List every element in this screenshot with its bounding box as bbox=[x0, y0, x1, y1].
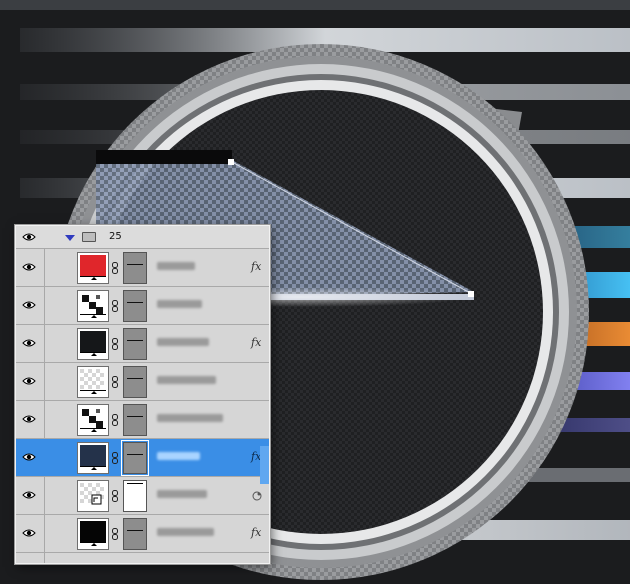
vector-mask-thumbnail[interactable] bbox=[123, 404, 147, 436]
thumbnail-fill bbox=[80, 521, 106, 543]
thumbnail-fill bbox=[80, 369, 106, 391]
layer-row[interactable] bbox=[16, 363, 269, 401]
layer-thumbnail[interactable] bbox=[77, 366, 109, 398]
eye-icon[interactable] bbox=[22, 490, 36, 500]
layer-row[interactable]: fx bbox=[16, 439, 269, 477]
layer-thumbnail[interactable] bbox=[77, 290, 109, 322]
layer-effects-fx-icon[interactable]: fx bbox=[251, 260, 261, 273]
blurred-name-text bbox=[157, 300, 202, 308]
layer-row[interactable]: fx bbox=[16, 325, 269, 363]
vector-mask-thumbnail[interactable] bbox=[123, 518, 147, 550]
chain-link-icon[interactable] bbox=[112, 262, 118, 274]
mask-edge bbox=[127, 378, 143, 379]
fill-base-icon bbox=[80, 466, 106, 472]
mask-edge bbox=[127, 483, 143, 484]
layer-thumbnail[interactable] bbox=[77, 252, 109, 284]
vector-mask-thumbnail[interactable] bbox=[123, 328, 147, 360]
folder-icon bbox=[82, 232, 96, 242]
layer-name[interactable] bbox=[157, 414, 227, 424]
eye-icon[interactable] bbox=[22, 262, 36, 272]
layer-thumbnail[interactable] bbox=[77, 328, 109, 360]
fill-base-icon bbox=[80, 276, 106, 282]
chain-link-icon[interactable] bbox=[112, 414, 118, 426]
eye-icon[interactable] bbox=[22, 232, 36, 242]
mask-edge bbox=[127, 530, 143, 531]
eye-icon[interactable] bbox=[22, 338, 36, 348]
mask-edge bbox=[127, 416, 143, 417]
blurred-name-text bbox=[157, 528, 214, 536]
mask-edge bbox=[127, 454, 143, 455]
chain-link-icon[interactable] bbox=[112, 376, 118, 388]
thumbnail-fill bbox=[80, 255, 106, 277]
layers-panel: 25 fx fx fx fx bbox=[15, 225, 270, 564]
mask-edge bbox=[127, 264, 143, 265]
disclosure-triangle-icon[interactable] bbox=[65, 235, 75, 241]
vector-mask-thumbnail[interactable] bbox=[123, 480, 147, 512]
layer-thumbnail[interactable] bbox=[77, 404, 109, 436]
eye-icon[interactable] bbox=[22, 528, 36, 538]
thumbnail-fill bbox=[80, 407, 106, 429]
blurred-name-text bbox=[157, 490, 207, 498]
eye-icon[interactable] bbox=[22, 376, 36, 386]
blurred-name-text bbox=[157, 376, 216, 384]
fill-base-icon bbox=[80, 314, 106, 320]
eye-icon[interactable] bbox=[22, 414, 36, 424]
blurred-name-text bbox=[157, 338, 209, 346]
chain-link-icon[interactable] bbox=[112, 300, 118, 312]
vector-mask-thumbnail[interactable] bbox=[123, 252, 147, 284]
layer-thumbnail[interactable] bbox=[77, 442, 109, 474]
fill-base-icon bbox=[80, 352, 106, 358]
mask-edge bbox=[127, 340, 143, 341]
layer-name[interactable] bbox=[157, 338, 227, 348]
layer-row[interactable]: fx bbox=[16, 515, 269, 553]
layer-name[interactable] bbox=[157, 262, 227, 272]
thumbnail-fill bbox=[80, 331, 106, 353]
layer-name[interactable] bbox=[157, 300, 227, 310]
chain-link-icon[interactable] bbox=[112, 338, 118, 350]
layer-name[interactable] bbox=[157, 376, 227, 386]
blurred-name-text bbox=[157, 452, 200, 460]
fill-base-icon bbox=[80, 542, 106, 548]
chain-link-icon[interactable] bbox=[112, 452, 118, 464]
thumbnail-fill bbox=[80, 293, 106, 315]
layer-name[interactable] bbox=[157, 452, 227, 462]
layer-row[interactable] bbox=[16, 477, 269, 515]
scrollbar-handle[interactable] bbox=[260, 446, 269, 484]
eye-icon[interactable] bbox=[22, 300, 36, 310]
thumbnail-fill bbox=[80, 445, 106, 467]
layer-thumbnail[interactable] bbox=[77, 480, 109, 512]
layer-row[interactable]: fx bbox=[16, 249, 269, 287]
blurred-name-text bbox=[157, 262, 195, 270]
mask-edge bbox=[127, 302, 143, 303]
chain-link-icon[interactable] bbox=[112, 490, 118, 502]
group-name: 25 bbox=[109, 231, 122, 242]
blurred-name-text bbox=[157, 414, 223, 422]
layer-effects-fx-icon[interactable]: fx bbox=[251, 526, 261, 539]
thumbnail-fill bbox=[80, 483, 106, 505]
vector-mask-thumbnail[interactable] bbox=[123, 290, 147, 322]
layer-name[interactable] bbox=[157, 528, 227, 538]
layer-name[interactable] bbox=[157, 490, 227, 500]
vector-mask-thumbnail[interactable] bbox=[123, 366, 147, 398]
eye-icon[interactable] bbox=[22, 452, 36, 462]
layer-thumbnail[interactable] bbox=[77, 518, 109, 550]
layer-group-row[interactable]: 25 bbox=[16, 226, 269, 249]
layer-effects-fx-icon[interactable]: fx bbox=[251, 336, 261, 349]
vector-mask-thumbnail[interactable] bbox=[121, 440, 149, 476]
layer-row[interactable] bbox=[16, 401, 269, 439]
fill-base-icon bbox=[80, 390, 106, 396]
smart-filter-icon[interactable] bbox=[252, 491, 262, 501]
chain-link-icon[interactable] bbox=[112, 528, 118, 540]
layer-row[interactable] bbox=[16, 287, 269, 325]
fill-base-icon bbox=[80, 428, 106, 434]
